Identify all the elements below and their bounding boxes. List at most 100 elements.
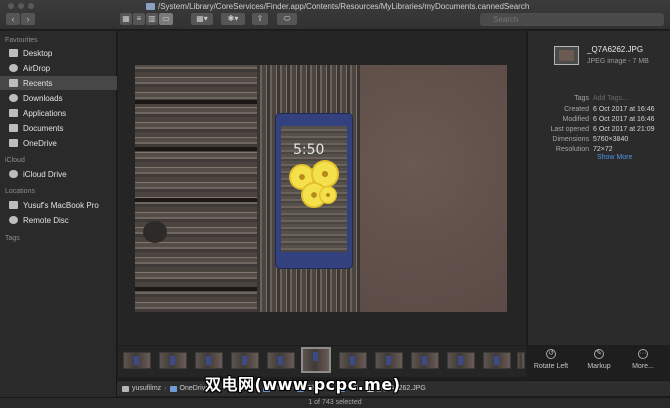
filmstrip-thumbnail[interactable] bbox=[447, 352, 475, 369]
thumbnail-image bbox=[422, 356, 427, 365]
phone-clock: 5:50 bbox=[293, 142, 325, 158]
list-view-button[interactable]: ≡ bbox=[133, 13, 145, 25]
info-value: 6 Oct 2017 at 16:46 bbox=[593, 116, 655, 123]
info-value: 72×72 bbox=[593, 146, 613, 153]
sidebar-item-airdrop[interactable]: AirDrop bbox=[0, 61, 117, 75]
file-type: JPEG image - 7 MB bbox=[587, 58, 649, 65]
back-button[interactable]: ‹ bbox=[6, 13, 20, 25]
zoom-window-button[interactable] bbox=[28, 3, 34, 9]
thumbnail-image bbox=[134, 356, 139, 365]
sidebar-item-icloud-drive[interactable]: iCloud Drive bbox=[0, 167, 117, 181]
action-label: Markup bbox=[587, 363, 611, 370]
sidebar: Favourites Desktop AirDrop Recents Downl… bbox=[0, 31, 117, 398]
markup-icon: ✎ bbox=[594, 349, 604, 359]
window-controls bbox=[8, 3, 34, 9]
info-row-tags: Tags Add Tags... bbox=[528, 95, 670, 102]
filmstrip-thumbnail[interactable] bbox=[483, 352, 511, 369]
sidebar-item-onedrive[interactable]: OneDrive bbox=[0, 136, 117, 150]
share-button[interactable]: ⇧ bbox=[252, 13, 268, 25]
downloads-icon bbox=[9, 94, 18, 102]
thumbnail-image bbox=[386, 356, 391, 365]
info-label: Last opened bbox=[550, 126, 589, 133]
thumbnail-image bbox=[494, 356, 499, 365]
info-row-resolution: Resolution 72×72 bbox=[528, 146, 670, 153]
view-mode-selector: ▦ ≡ ▥ ▭ bbox=[120, 13, 173, 25]
gallery-view-button[interactable]: ▭ bbox=[159, 13, 173, 25]
laptop-icon bbox=[9, 201, 18, 209]
path-separator: › bbox=[164, 385, 167, 392]
action-control: ✱▾ bbox=[221, 13, 245, 25]
home-icon bbox=[122, 385, 129, 392]
filmstrip-thumbnail[interactable] bbox=[267, 352, 295, 369]
filmstrip-thumbnail[interactable] bbox=[123, 352, 151, 369]
action-label: More... bbox=[632, 363, 654, 370]
filmstrip-thumbnail[interactable] bbox=[195, 352, 223, 369]
forward-button[interactable]: › bbox=[21, 13, 35, 25]
window-title-text: /System/Library/CoreServices/Finder.app/… bbox=[158, 2, 530, 11]
desktop-icon bbox=[9, 49, 18, 57]
sidebar-item-macbook-pro[interactable]: Yusuf's MacBook Pro bbox=[0, 198, 117, 212]
info-row-last-opened: Last opened 6 Oct 2017 at 21:09 bbox=[528, 126, 670, 133]
gallery-preview-area: 5:50 bbox=[118, 31, 526, 345]
info-value: 5760×3840 bbox=[593, 136, 629, 143]
icon-view-button[interactable]: ▦ bbox=[120, 13, 132, 25]
file-name: _Q7A6262.JPG bbox=[587, 45, 644, 54]
tag-button[interactable]: ⬭ bbox=[277, 13, 297, 25]
inspector-panel: _Q7A6262.JPG JPEG image - 7 MB Tags Add … bbox=[527, 31, 670, 370]
info-row-created: Created 6 Oct 2017 at 16:46 bbox=[528, 106, 670, 113]
status-bar: 1 of 743 selected bbox=[0, 397, 670, 408]
sidebar-item-recents[interactable]: Recents bbox=[0, 76, 117, 90]
documents-icon bbox=[9, 124, 18, 132]
info-label: Modified bbox=[562, 116, 589, 123]
rotate-left-button[interactable]: ↺ Rotate Left bbox=[531, 349, 571, 370]
markup-button[interactable]: ✎ Markup bbox=[579, 349, 619, 370]
sidebar-item-label: Yusuf's MacBook Pro bbox=[23, 200, 99, 210]
sidebar-section-tags: Tags bbox=[5, 235, 20, 242]
disc-icon bbox=[9, 216, 18, 224]
add-tags-field[interactable]: Add Tags... bbox=[593, 95, 628, 102]
thumbnail-image bbox=[170, 356, 175, 365]
window-toolbar: /System/Library/CoreServices/Finder.app/… bbox=[0, 0, 670, 30]
sidebar-item-downloads[interactable]: Downloads bbox=[0, 91, 117, 105]
filmstrip-thumbnail[interactable] bbox=[339, 352, 367, 369]
sidebar-item-label: Applications bbox=[23, 108, 67, 118]
path-item[interactable]: yusufilmz bbox=[132, 385, 161, 392]
airdrop-icon bbox=[9, 64, 18, 72]
sidebar-item-remote-disc[interactable]: Remote Disc bbox=[0, 213, 117, 227]
tag-control: ⬭ bbox=[277, 13, 297, 25]
show-more-link[interactable]: Show More bbox=[597, 154, 632, 161]
navigation-buttons: ‹ › bbox=[6, 13, 35, 25]
minimize-window-button[interactable] bbox=[18, 3, 24, 9]
image-preview[interactable]: 5:50 bbox=[135, 65, 507, 312]
thumbnail-image bbox=[242, 356, 247, 365]
filmstrip-thumbnail[interactable] bbox=[231, 352, 259, 369]
more-icon: ··· bbox=[638, 349, 648, 359]
info-label: Tags bbox=[574, 95, 589, 102]
metal-knob bbox=[143, 221, 167, 243]
folder-icon bbox=[9, 139, 18, 147]
filmstrip-thumbnail[interactable] bbox=[411, 352, 439, 369]
window-title: /System/Library/CoreServices/Finder.app/… bbox=[146, 2, 529, 11]
action-menu-button[interactable]: ✱▾ bbox=[221, 13, 245, 25]
sidebar-item-label: iCloud Drive bbox=[23, 169, 67, 179]
sidebar-item-applications[interactable]: Applications bbox=[0, 106, 117, 120]
column-view-button[interactable]: ▥ bbox=[146, 13, 158, 25]
more-button[interactable]: ··· More... bbox=[623, 349, 663, 370]
phone-screen: 5:50 bbox=[281, 126, 347, 252]
sidebar-item-desktop[interactable]: Desktop bbox=[0, 46, 117, 60]
action-label: Rotate Left bbox=[533, 363, 569, 370]
cloud-icon bbox=[9, 170, 18, 178]
filmstrip-thumbnail[interactable] bbox=[375, 352, 403, 369]
group-by-button[interactable]: ▦▾ bbox=[191, 13, 213, 25]
search-input[interactable] bbox=[480, 13, 664, 26]
sidebar-item-label: OneDrive bbox=[23, 138, 57, 148]
share-control: ⇧ bbox=[252, 13, 268, 25]
filmstrip-thumbnail[interactable] bbox=[159, 352, 187, 369]
close-window-button[interactable] bbox=[8, 3, 14, 9]
sidebar-section-locations: Locations bbox=[5, 188, 35, 195]
sidebar-item-documents[interactable]: Documents bbox=[0, 121, 117, 135]
filmstrip-thumbnail-selected[interactable] bbox=[301, 347, 331, 373]
filmstrip-thumbnail[interactable] bbox=[517, 352, 525, 369]
file-thumbnail bbox=[554, 46, 579, 65]
folder-icon bbox=[146, 3, 155, 10]
